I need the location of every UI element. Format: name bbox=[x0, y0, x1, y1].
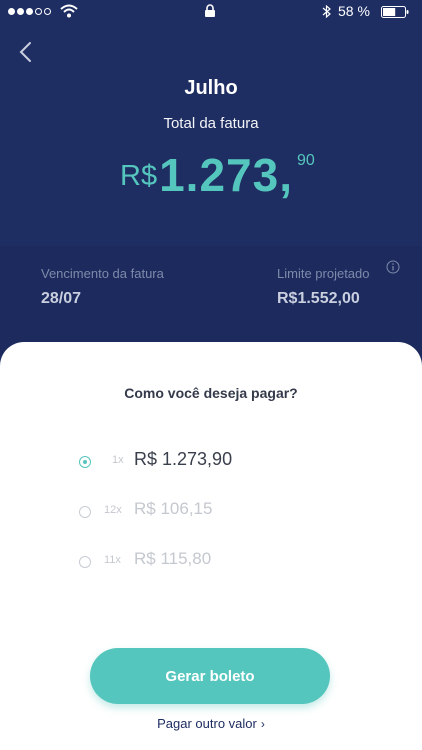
battery-percentage: 58 % bbox=[338, 3, 370, 19]
status-bar: 58 % bbox=[0, 0, 422, 24]
payment-question: Como você deseja pagar? bbox=[124, 385, 298, 401]
signal-strength-icon bbox=[8, 8, 51, 15]
installment-count: 12x bbox=[104, 504, 122, 516]
radio-button[interactable] bbox=[79, 556, 91, 568]
payment-option-12x[interactable]: 12x R$ 106,15 bbox=[78, 498, 338, 528]
amount-cents: 90 bbox=[296, 152, 315, 169]
signal-dot bbox=[35, 8, 42, 15]
installment-count: 11x bbox=[104, 554, 121, 566]
page-title: Julho bbox=[184, 77, 238, 99]
wifi-icon bbox=[60, 4, 78, 18]
invoice-screen: 58 % Julho Total da fatura R$1.273, 90 Ve… bbox=[0, 0, 422, 750]
invoice-total-amount: R$1.273, 90 bbox=[120, 148, 315, 202]
battery-icon bbox=[381, 6, 409, 18]
signal-dot bbox=[8, 8, 15, 15]
payment-option-1x[interactable]: 1x R$ 1.273,90 bbox=[78, 448, 338, 478]
bluetooth-icon bbox=[322, 4, 331, 19]
installment-value: R$ 106,15 bbox=[134, 499, 213, 518]
currency-symbol: R$ bbox=[120, 160, 158, 192]
installment-count: 1x bbox=[112, 454, 124, 466]
info-icon[interactable] bbox=[386, 260, 400, 274]
chevron-right-icon: › bbox=[260, 717, 265, 731]
generate-boleto-button[interactable]: Gerar boleto bbox=[90, 648, 330, 704]
due-date-label: Vencimento da fatura bbox=[41, 266, 164, 281]
amount-main: 1.273, bbox=[159, 149, 293, 201]
installment-value: R$ 115,80 bbox=[134, 549, 212, 568]
payment-option-11x[interactable]: 11x R$ 115,80 bbox=[78, 548, 338, 578]
due-date-value: 28/07 bbox=[41, 290, 82, 307]
radio-button[interactable] bbox=[79, 456, 91, 468]
pay-other-amount-label: Pagar outro valor bbox=[157, 716, 257, 731]
pay-other-amount-link[interactable]: Pagar outro valor › bbox=[0, 716, 422, 731]
total-label: Total da fatura bbox=[163, 115, 259, 132]
chevron-left-icon[interactable] bbox=[16, 40, 36, 64]
radio-button[interactable] bbox=[79, 506, 91, 518]
signal-dot bbox=[26, 8, 33, 15]
signal-dot bbox=[17, 8, 24, 15]
lock-icon bbox=[205, 4, 215, 17]
projected-limit-label: Limite projetado bbox=[277, 266, 370, 281]
projected-limit-value: R$1.552,00 bbox=[277, 290, 360, 307]
installment-value: R$ 1.273,90 bbox=[134, 449, 233, 469]
signal-dot bbox=[44, 8, 51, 15]
